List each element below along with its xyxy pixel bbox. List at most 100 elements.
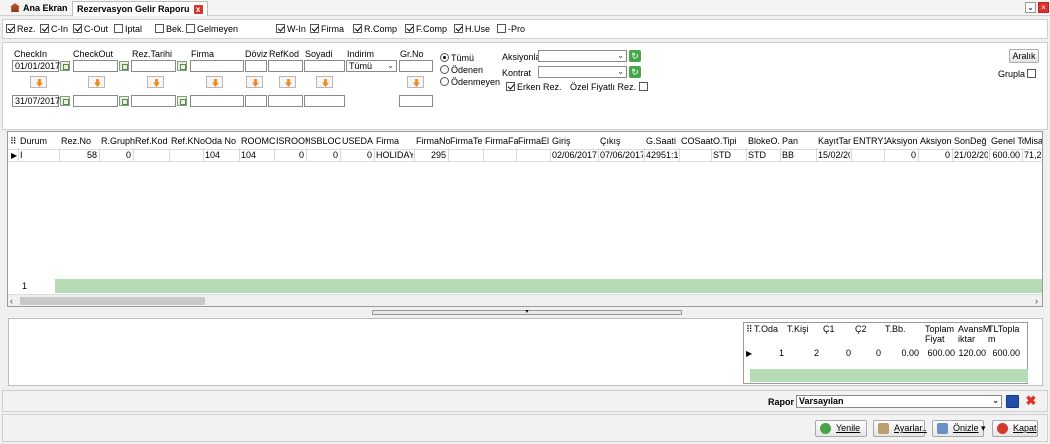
- table-cell[interactable]: 600.00: [990, 150, 1021, 161]
- rez-tarihi-from-field[interactable]: [131, 60, 176, 72]
- table-cell[interactable]: [484, 150, 515, 161]
- table-cell[interactable]: 0: [885, 150, 917, 161]
- table-cell[interactable]: [517, 150, 549, 161]
- column-header[interactable]: Oda No: [205, 136, 241, 147]
- copy-down-arrow-icon[interactable]: [88, 76, 105, 88]
- soyadi-to-field[interactable]: [304, 95, 345, 107]
- summary-column-header[interactable]: AvansM iktar: [958, 324, 990, 344]
- scroll-right-icon[interactable]: ›: [1035, 295, 1038, 306]
- column-header[interactable]: ISBLOC: [308, 136, 342, 147]
- filter-iptal[interactable]: Iptal: [114, 24, 142, 35]
- summary-column-header[interactable]: Toplam Fiyat: [925, 324, 957, 344]
- column-header[interactable]: KayıtTar: [818, 136, 853, 147]
- column-header[interactable]: FirmaNo: [416, 136, 450, 147]
- filter-r-comp[interactable]: R.Comp: [353, 24, 397, 35]
- window-close-icon[interactable]: ×: [1038, 2, 1049, 13]
- table-cell[interactable]: I: [19, 150, 57, 161]
- copy-down-arrow-icon[interactable]: [279, 76, 296, 88]
- doviz-field[interactable]: [245, 60, 267, 72]
- column-header[interactable]: R.Gruph: [101, 136, 135, 147]
- checkin-to-field[interactable]: 31/07/2017: [12, 95, 60, 107]
- calendar-icon[interactable]: [177, 96, 187, 106]
- aksiyonlar-select[interactable]: ⌄: [538, 50, 627, 62]
- filter-w-in[interactable]: W-In: [276, 24, 306, 35]
- summary-cell[interactable]: 600.00: [988, 348, 1020, 359]
- checkbox[interactable]: [6, 24, 15, 33]
- table-cell[interactable]: [134, 150, 168, 161]
- checkbox[interactable]: [310, 24, 319, 33]
- reservation-grid[interactable]: ⠿ Durum Rez.No R.Gruph Ref.Kod Ref.KNo Oda No…: [7, 131, 1043, 307]
- close-icon[interactable]: x: [193, 5, 203, 14]
- soyadi-field[interactable]: [304, 60, 345, 72]
- onizle-button[interactable]: Önizle ▾: [932, 420, 986, 437]
- calendar-icon[interactable]: [177, 61, 187, 71]
- filter-firma[interactable]: Firma: [310, 24, 344, 35]
- copy-down-arrow-icon[interactable]: [246, 76, 263, 88]
- table-cell[interactable]: HOLIDAY: [375, 150, 413, 161]
- table-cell[interactable]: 15/02/20: [817, 150, 850, 161]
- summary-column-header[interactable]: Ç1: [823, 324, 853, 334]
- radio-tumu[interactable]: Tümü: [440, 53, 474, 63]
- column-header[interactable]: Rez.No: [61, 136, 101, 147]
- ayarlar-button[interactable]: Ayarlar..: [873, 420, 927, 437]
- delete-icon[interactable]: ✖: [1024, 394, 1038, 408]
- table-cell[interactable]: BB: [781, 150, 815, 161]
- column-header[interactable]: Pan: [782, 136, 818, 147]
- summary-cell[interactable]: 0: [823, 348, 851, 359]
- refresh-icon[interactable]: ↻: [629, 50, 641, 62]
- ozel-fiyat-checkbox[interactable]: Özel Fiyatlı Rez.: [570, 82, 650, 92]
- column-header[interactable]: Firma: [376, 136, 416, 147]
- column-header[interactable]: USEDA: [342, 136, 376, 147]
- table-cell[interactable]: 0: [919, 150, 951, 161]
- filter-c-in[interactable]: C-In: [40, 24, 68, 35]
- chevron-down-icon[interactable]: ⌄: [1025, 2, 1036, 13]
- scroll-left-icon[interactable]: ‹: [10, 295, 13, 306]
- summary-column-header[interactable]: T.Kişi: [787, 324, 821, 334]
- horizontal-scrollbar[interactable]: ‹ ›: [8, 294, 1042, 306]
- table-cell[interactable]: [852, 150, 883, 161]
- yenile-button[interactable]: Yenile: [815, 420, 867, 437]
- indirim-select[interactable]: Tümü ⌄: [346, 60, 397, 72]
- checkbox[interactable]: [40, 24, 49, 33]
- calendar-icon[interactable]: [119, 96, 129, 106]
- column-header[interactable]: Aksiyon: [920, 136, 954, 147]
- table-cell[interactable]: 07/06/2017: [599, 150, 643, 161]
- column-header[interactable]: Misafi: [1024, 136, 1042, 147]
- checkbox[interactable]: [454, 24, 463, 33]
- firma-to-field[interactable]: [190, 95, 244, 107]
- copy-down-arrow-icon[interactable]: [147, 76, 164, 88]
- table-cell[interactable]: 21/02/20: [953, 150, 988, 161]
- table-cell[interactable]: 02/06/2017: [551, 150, 597, 161]
- filter-c-out[interactable]: C-Out: [73, 24, 108, 35]
- column-header[interactable]: ISROOM: [276, 136, 308, 147]
- column-header[interactable]: FirmaEl: [518, 136, 552, 147]
- checkbox[interactable]: [405, 24, 414, 33]
- column-header[interactable]: FirmaTe: [450, 136, 485, 147]
- column-header[interactable]: Giriş: [552, 136, 600, 147]
- row-selector-icon[interactable]: ▶: [746, 348, 752, 359]
- summary-column-header[interactable]: T.Oda: [754, 324, 786, 334]
- column-header[interactable]: BlokeO.: [748, 136, 782, 147]
- table-cell[interactable]: 42951:1: [645, 150, 678, 161]
- summary-cell[interactable]: 120.00: [958, 348, 986, 359]
- copy-down-arrow-icon[interactable]: [30, 76, 47, 88]
- rez-tarihi-to-field[interactable]: [131, 95, 176, 107]
- summary-cell[interactable]: 0: [855, 348, 881, 359]
- checkbox[interactable]: [186, 24, 195, 33]
- summary-column-header[interactable]: T.Bb.: [885, 324, 921, 334]
- checkin-from-field[interactable]: 01/01/2017: [12, 60, 60, 72]
- row-selector-icon[interactable]: ▶: [10, 150, 18, 161]
- checkbox[interactable]: [155, 24, 164, 33]
- checkout-from-field[interactable]: [73, 60, 118, 72]
- column-header[interactable]: ROOMC: [241, 136, 276, 147]
- summary-cell[interactable]: 1: [754, 348, 784, 359]
- erken-rez-checkbox[interactable]: Erken Rez.: [506, 82, 562, 92]
- grno-field[interactable]: [399, 60, 433, 72]
- checkbox[interactable]: [114, 24, 123, 33]
- summary-cell[interactable]: 600.00: [925, 348, 955, 359]
- column-header[interactable]: ENTRY1: [853, 136, 886, 147]
- column-header[interactable]: Ref.KNo: [171, 136, 205, 147]
- table-cell[interactable]: 58: [60, 150, 98, 161]
- column-header[interactable]: Çıkış: [600, 136, 646, 147]
- calendar-icon[interactable]: [60, 96, 70, 106]
